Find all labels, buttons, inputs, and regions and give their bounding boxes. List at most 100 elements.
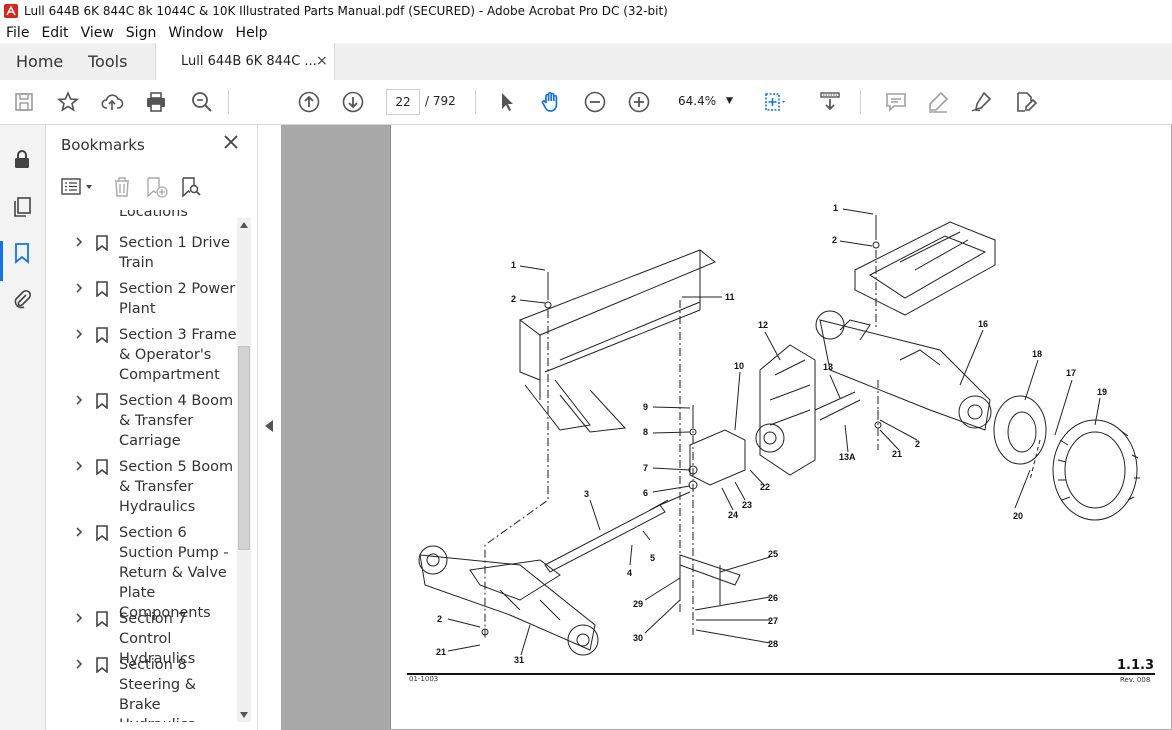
callout: 2 bbox=[832, 235, 837, 245]
tab-document[interactable]: Lull 644B 6K 844C ... × bbox=[155, 43, 335, 80]
figure-id: 01-1003 bbox=[409, 675, 439, 683]
delete-bookmark-icon[interactable] bbox=[111, 175, 133, 199]
find-bookmark-icon[interactable] bbox=[179, 175, 203, 199]
tab-bar: Home Tools Lull 644B 6K 844C ... × bbox=[0, 43, 1172, 81]
tab-close-icon[interactable]: × bbox=[316, 43, 328, 80]
bookmarks-list: Locations Section 1 Drive Train Section … bbox=[46, 210, 236, 722]
chevron-right-icon[interactable] bbox=[74, 395, 84, 405]
sign-icon[interactable] bbox=[970, 90, 994, 114]
bookmark-flag-icon bbox=[96, 525, 108, 541]
chevron-right-icon[interactable] bbox=[74, 283, 84, 293]
attachment-icon[interactable] bbox=[10, 287, 34, 311]
new-bookmark-icon[interactable] bbox=[144, 175, 170, 199]
callout: 2 bbox=[511, 294, 516, 304]
chevron-right-icon[interactable] bbox=[74, 659, 84, 669]
chevron-right-icon[interactable] bbox=[74, 237, 84, 247]
callout: 1 bbox=[833, 203, 838, 213]
page-number-input[interactable]: 22 bbox=[386, 89, 420, 115]
window-title: Lull 644B 6K 844C 8k 1044C & 10K Illustr… bbox=[24, 4, 668, 18]
callout: 2 bbox=[437, 614, 442, 624]
toolbar-separator bbox=[860, 90, 861, 114]
upload-cloud-icon[interactable] bbox=[100, 90, 124, 114]
toolbar-separator bbox=[228, 90, 229, 114]
scroll-up-icon[interactable] bbox=[240, 222, 248, 228]
select-cursor-icon[interactable] bbox=[495, 90, 519, 114]
bookmark-flag-icon bbox=[96, 281, 108, 297]
chevron-down-icon: ▼ bbox=[726, 96, 733, 106]
bookmark-label: Section 5 Boom & Transfer Hydraulics bbox=[119, 459, 234, 515]
zoom-in-icon[interactable] bbox=[627, 90, 651, 114]
menu-file[interactable]: File bbox=[0, 25, 35, 41]
bookmark-icon[interactable] bbox=[10, 241, 34, 265]
callout: 3 bbox=[584, 489, 589, 499]
lock-icon[interactable] bbox=[10, 147, 34, 171]
panel-collapse-handle[interactable] bbox=[258, 125, 280, 730]
callout: 22 bbox=[760, 482, 770, 492]
chevron-right-icon[interactable] bbox=[74, 613, 84, 623]
scrollbar-thumb[interactable] bbox=[238, 346, 250, 550]
callout: 13 bbox=[823, 362, 833, 372]
menu-bar: File Edit View Sign Window Help bbox=[0, 22, 1172, 43]
callout: 11 bbox=[725, 292, 735, 302]
bookmark-flag-icon bbox=[96, 611, 108, 627]
chevron-right-icon[interactable] bbox=[74, 527, 84, 537]
bookmark-flag-icon bbox=[96, 459, 108, 475]
callout: 25 bbox=[768, 549, 778, 559]
close-icon[interactable] bbox=[222, 133, 240, 151]
callout: 28 bbox=[768, 639, 778, 649]
callout: 17 bbox=[1066, 368, 1076, 378]
bookmark-label: Section 1 Drive Train bbox=[119, 235, 230, 271]
menu-edit[interactable]: Edit bbox=[35, 25, 74, 41]
hand-tool-icon[interactable] bbox=[539, 90, 563, 114]
scroll-down-icon[interactable] bbox=[240, 712, 248, 718]
tab-document-label: Lull 644B 6K 844C ... bbox=[181, 54, 317, 69]
highlight-pen-icon[interactable] bbox=[926, 90, 950, 114]
star-icon[interactable] bbox=[56, 90, 80, 114]
menu-help[interactable]: Help bbox=[230, 25, 274, 41]
callout: 26 bbox=[768, 593, 778, 603]
callout: 16 bbox=[978, 319, 988, 329]
rail-selection-indicator bbox=[0, 241, 3, 281]
callout: 30 bbox=[633, 633, 643, 643]
page-footer-rule bbox=[407, 673, 1155, 675]
chevron-right-icon[interactable] bbox=[74, 329, 84, 339]
fit-page-icon[interactable] bbox=[762, 90, 786, 114]
bookmark-options-icon[interactable] bbox=[61, 175, 97, 199]
callout: 5 bbox=[650, 553, 655, 563]
tab-home[interactable]: Home bbox=[16, 43, 63, 80]
menu-window[interactable]: Window bbox=[162, 25, 229, 41]
bookmarks-panel: Bookmarks Locations Section 1 Drive Trai… bbox=[46, 125, 258, 730]
zoom-search-icon[interactable] bbox=[190, 90, 214, 114]
zoom-value: 64.4% bbox=[678, 94, 717, 108]
scroll-mode-icon[interactable] bbox=[818, 90, 842, 114]
callout: 27 bbox=[768, 616, 778, 626]
title-bar: Lull 644B 6K 844C 8k 1044C & 10K Illustr… bbox=[0, 0, 1172, 23]
comment-icon[interactable] bbox=[884, 90, 908, 114]
callout: 23 bbox=[742, 500, 752, 510]
menu-sign[interactable]: Sign bbox=[120, 25, 163, 41]
next-page-icon[interactable] bbox=[341, 90, 365, 114]
callout: 13A bbox=[839, 452, 856, 462]
acrobat-icon bbox=[4, 4, 18, 18]
callout: 18 bbox=[1032, 349, 1042, 359]
bookmark-label: Section 3 Frame & Operator's Compartment bbox=[119, 327, 236, 383]
prev-page-icon[interactable] bbox=[297, 90, 321, 114]
bookmark-flag-icon bbox=[96, 327, 108, 343]
callout: 29 bbox=[633, 599, 643, 609]
pages-icon[interactable] bbox=[10, 195, 34, 219]
callout: 9 bbox=[643, 402, 648, 412]
zoom-out-icon[interactable] bbox=[583, 90, 607, 114]
zoom-select[interactable]: 64.4% ▼ bbox=[672, 89, 742, 113]
chevron-right-icon[interactable] bbox=[74, 461, 84, 471]
page-total: / 792 bbox=[425, 94, 456, 108]
callout: 10 bbox=[734, 361, 744, 371]
save-icon[interactable] bbox=[12, 90, 36, 114]
bookmarks-scrollbar[interactable] bbox=[237, 218, 251, 722]
collapse-arrow-icon[interactable] bbox=[265, 420, 273, 432]
menu-view[interactable]: View bbox=[75, 25, 120, 41]
callout: 21 bbox=[892, 449, 902, 459]
bookmark-flag-icon bbox=[96, 393, 108, 409]
fill-sign-icon[interactable] bbox=[1014, 90, 1038, 114]
tab-tools[interactable]: Tools bbox=[88, 43, 127, 80]
print-icon[interactable] bbox=[144, 90, 168, 114]
